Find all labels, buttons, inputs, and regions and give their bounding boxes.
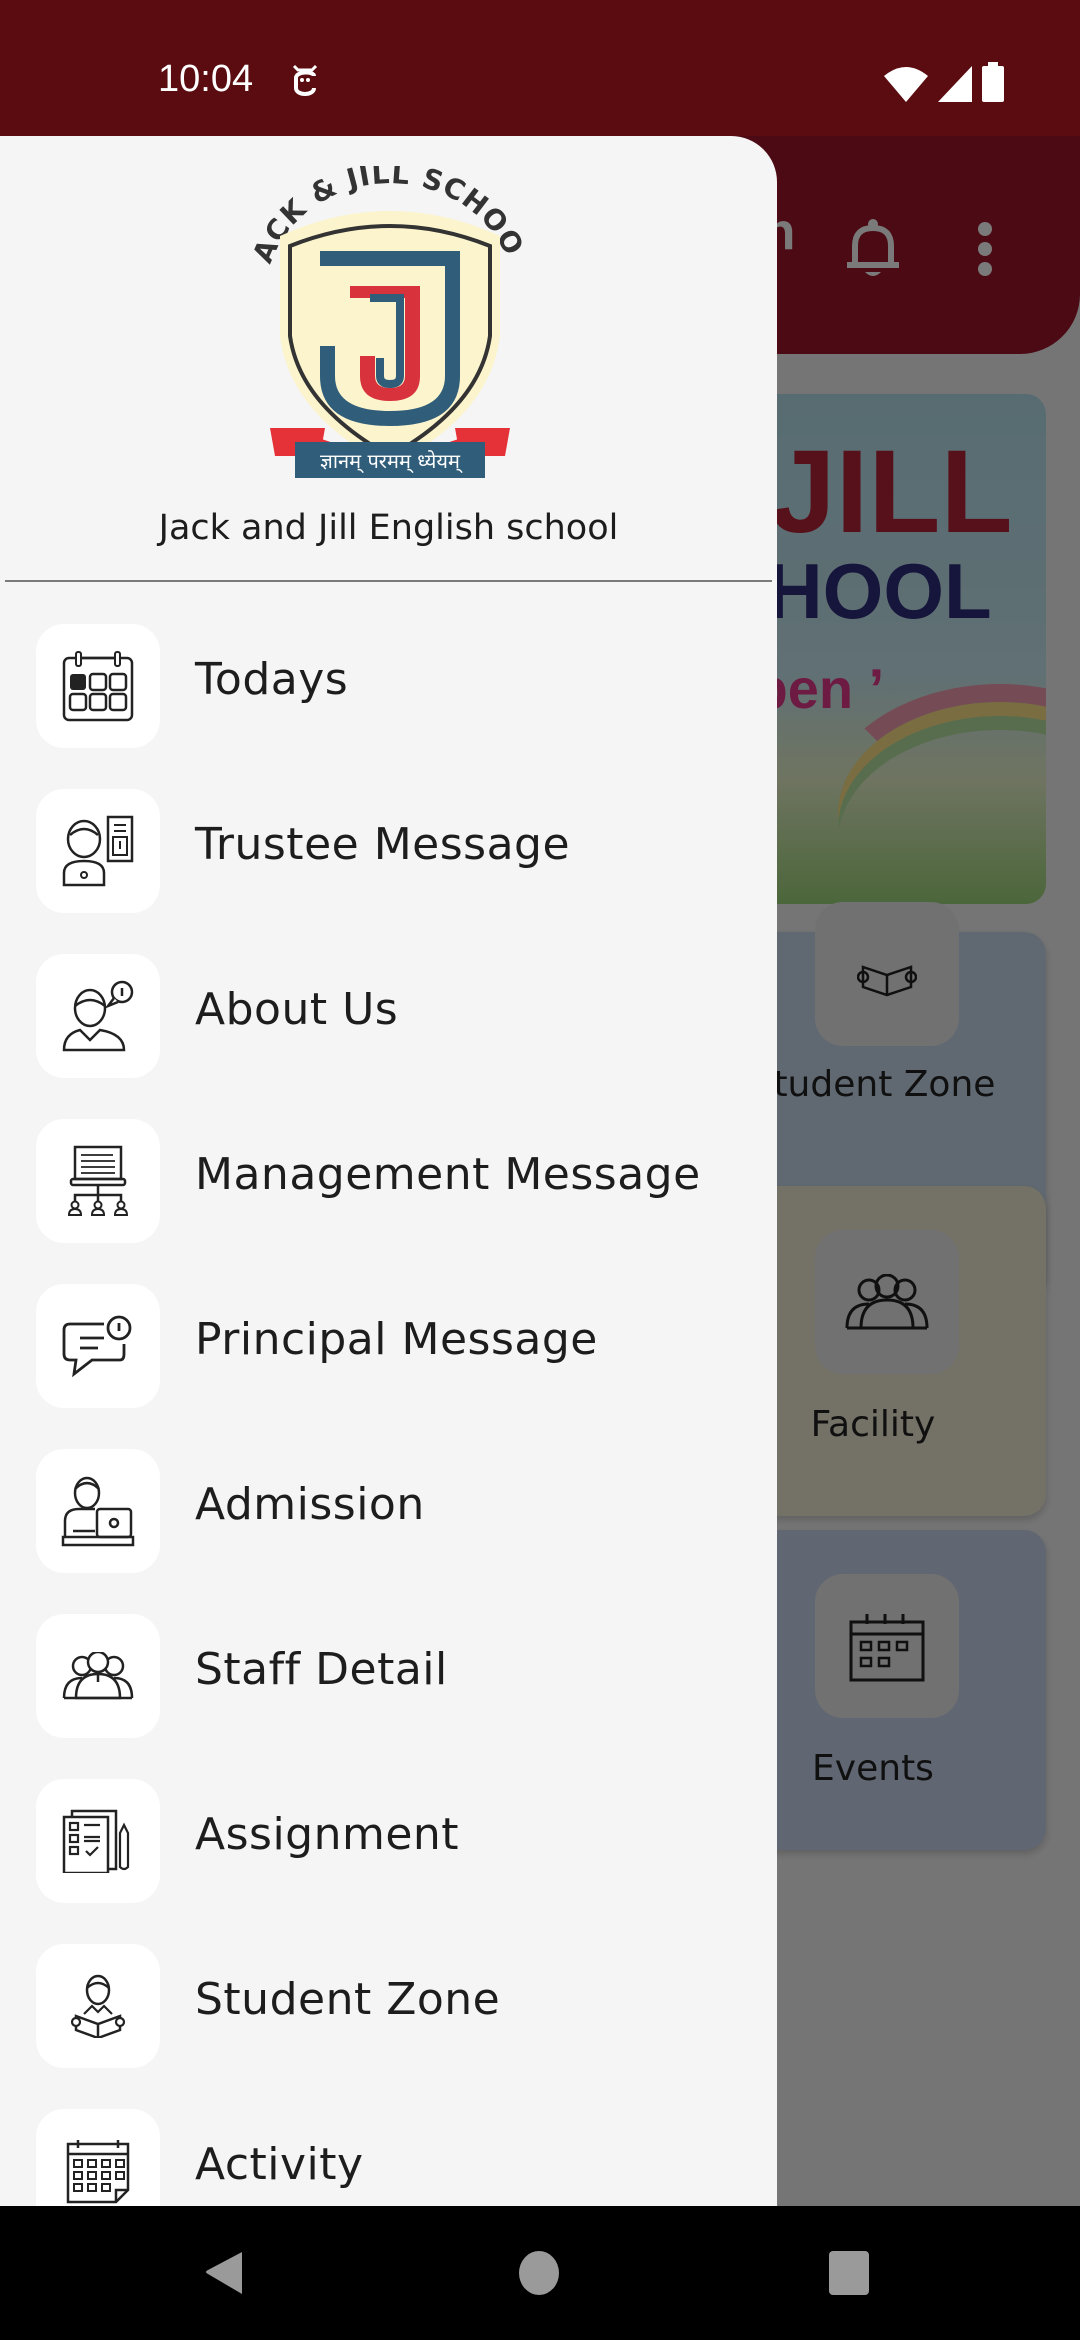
management-hierarchy-icon xyxy=(67,1145,129,1216)
menu-icon-box xyxy=(36,1779,160,1903)
menu-item-student-zone[interactable]: Student Zone xyxy=(0,1944,777,2109)
menu-item-staff-detail[interactable]: Staff Detail xyxy=(0,1614,777,1779)
activity-calendar-icon xyxy=(66,2140,130,2204)
drawer-school-name: Jack and Jill English school xyxy=(158,508,619,548)
menu-icon-box xyxy=(36,2109,160,2206)
menu-item-label: Trustee Message xyxy=(195,819,571,870)
status-time: 10:04 xyxy=(158,58,254,100)
menu-item-management-message[interactable]: Management Message xyxy=(0,1119,777,1284)
drawer-menu: Todays Trustee Message About Us Manageme… xyxy=(0,624,777,2206)
menu-item-assignment[interactable]: Assignment xyxy=(0,1779,777,1944)
logo-motto: ज्ञानम् परमम् ध्येयम् xyxy=(320,449,463,474)
wifi-icon xyxy=(884,67,928,102)
menu-item-label: Student Zone xyxy=(195,1974,501,2025)
status-icons xyxy=(884,62,1004,102)
menu-item-label: Assignment xyxy=(195,1809,460,1860)
menu-item-label: Management Message xyxy=(195,1149,701,1200)
menu-item-label: Activity xyxy=(195,2139,364,2190)
assignment-checklist-icon xyxy=(62,1809,130,1873)
home-icon[interactable] xyxy=(518,2250,560,2296)
menu-icon-box xyxy=(36,1284,160,1408)
menu-item-label: About Us xyxy=(195,984,399,1035)
app-notification-icon xyxy=(292,64,318,96)
menu-item-activity[interactable]: Activity xyxy=(0,2109,777,2206)
menu-item-about-us[interactable]: About Us xyxy=(0,954,777,1119)
menu-icon-box xyxy=(36,1614,160,1738)
menu-icon-box xyxy=(36,789,160,913)
menu-icon-box xyxy=(36,1119,160,1243)
battery-icon xyxy=(982,62,1004,102)
drawer-divider xyxy=(5,580,772,582)
menu-icon-box xyxy=(36,954,160,1078)
staff-group-icon xyxy=(62,1652,134,1700)
chat-alert-icon xyxy=(62,1315,132,1378)
menu-item-label: Staff Detail xyxy=(195,1644,448,1695)
student-reading-icon xyxy=(70,1974,126,2038)
menu-icon-box xyxy=(36,1944,160,2068)
status-bar: 10:04 xyxy=(0,0,1080,136)
menu-icon-box xyxy=(36,624,160,748)
menu-item-label: Principal Message xyxy=(195,1314,598,1365)
menu-item-trustee-message[interactable]: Trustee Message xyxy=(0,789,777,954)
about-us-icon xyxy=(62,980,134,1052)
menu-item-admission[interactable]: Admission xyxy=(0,1449,777,1614)
system-nav-bar xyxy=(0,2206,1080,2340)
menu-icon-box xyxy=(36,1449,160,1573)
menu-item-label: Todays xyxy=(195,654,349,705)
cell-signal-icon xyxy=(938,66,972,102)
trustee-message-icon xyxy=(62,815,134,887)
menu-item-todays[interactable]: Todays xyxy=(0,624,777,789)
screen: 10:04 Sch JILL xyxy=(0,0,1080,2340)
back-icon[interactable] xyxy=(204,2250,244,2296)
admission-laptop-icon xyxy=(61,1476,135,1547)
menu-item-label: Admission xyxy=(195,1479,425,1530)
recents-icon[interactable] xyxy=(828,2250,870,2296)
navigation-drawer: JACK & JILL SCHOOL ज्ञानम् परमम् ध्येयम्… xyxy=(0,136,777,2206)
school-logo: JACK & JILL SCHOOL ज्ञानम् परमम् ध्येयम् xyxy=(250,166,530,478)
calendar-today-icon xyxy=(62,651,134,722)
menu-item-principal-message[interactable]: Principal Message xyxy=(0,1284,777,1449)
